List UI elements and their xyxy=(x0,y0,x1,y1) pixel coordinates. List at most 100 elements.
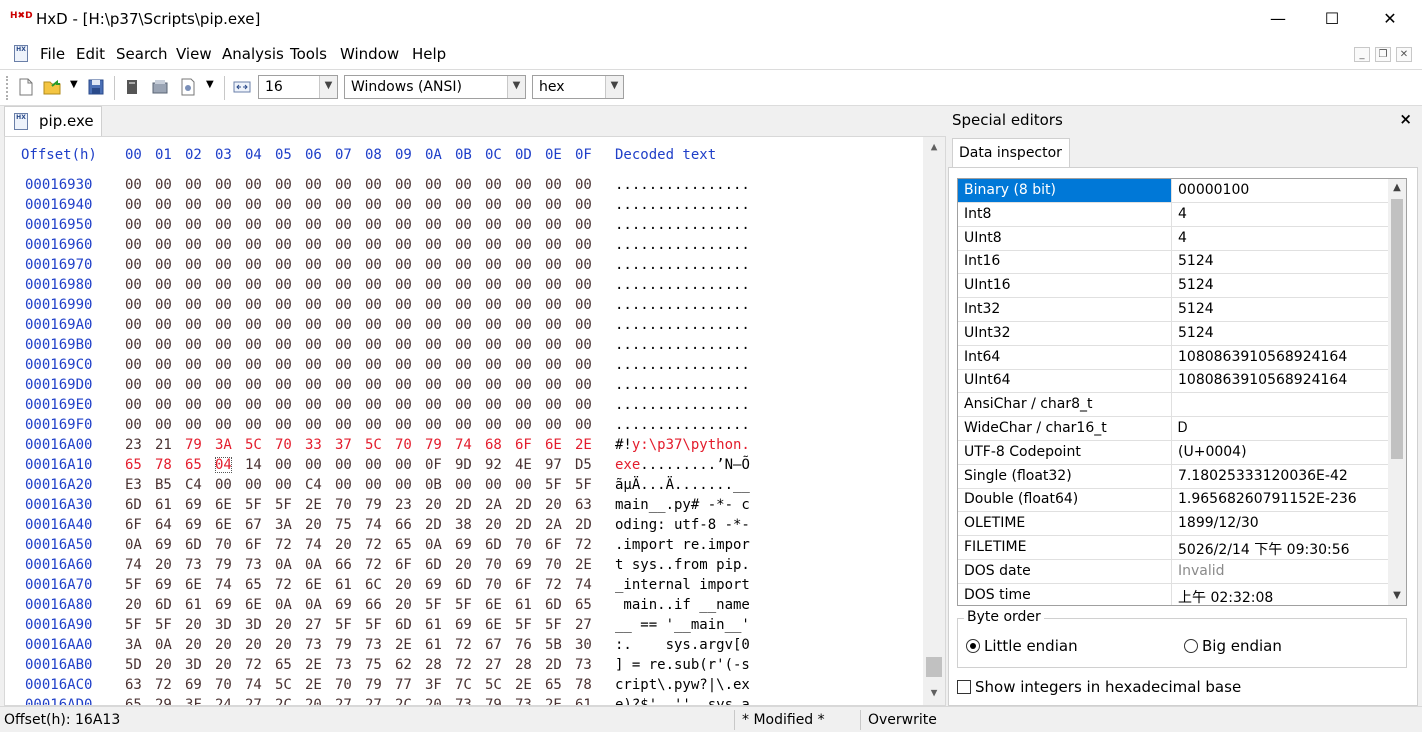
hex-byte[interactable]: 2D xyxy=(425,517,442,533)
hex-byte[interactable]: 00 xyxy=(155,317,172,333)
hex-byte[interactable]: 00 xyxy=(125,317,142,333)
hex-byte[interactable]: 6E xyxy=(485,617,502,633)
decoded-text[interactable]: exe.........’N—Õ xyxy=(615,457,750,473)
hex-byte[interactable]: 00 xyxy=(515,297,532,313)
inspector-value[interactable]: 4 xyxy=(1172,203,1388,226)
hex-byte[interactable]: 28 xyxy=(515,657,532,673)
hex-byte[interactable]: 00 xyxy=(335,457,352,473)
hex-byte[interactable]: 79 xyxy=(215,557,232,573)
hex-byte[interactable]: 6D xyxy=(395,617,412,633)
hex-byte[interactable]: 00 xyxy=(485,377,502,393)
hex-byte[interactable]: 65 xyxy=(125,697,142,705)
hex-byte[interactable]: 00 xyxy=(575,237,592,253)
hex-scrollbar[interactable]: ▲ ▼ xyxy=(923,137,945,705)
hex-byte[interactable]: 20 xyxy=(275,617,292,633)
hex-byte[interactable]: 00 xyxy=(185,277,202,293)
document-icon[interactable]: HX xyxy=(14,45,28,62)
hex-byte[interactable]: 72 xyxy=(245,657,262,673)
hex-byte[interactable]: 73 xyxy=(515,697,532,705)
hex-byte[interactable]: 20 xyxy=(425,697,442,705)
hex-byte[interactable]: 62 xyxy=(395,657,412,673)
hex-byte[interactable]: 2D xyxy=(575,517,592,533)
hex-byte[interactable]: 5F xyxy=(515,617,532,633)
hex-byte[interactable]: 5C xyxy=(275,677,292,693)
hex-byte[interactable]: 20 xyxy=(305,517,322,533)
hex-byte[interactable]: 00 xyxy=(515,477,532,493)
hex-byte[interactable]: 00 xyxy=(455,277,472,293)
hex-byte[interactable]: 3D xyxy=(185,657,202,673)
inspector-value[interactable]: 00000100 xyxy=(1172,179,1388,202)
hex-byte[interactable]: 6D xyxy=(455,577,472,593)
offset-base-select[interactable]: hex ▼ xyxy=(532,75,624,99)
mdi-minimize-button[interactable]: _ xyxy=(1354,47,1370,62)
hex-byte[interactable]: 00 xyxy=(275,477,292,493)
hex-byte[interactable]: 66 xyxy=(365,597,382,613)
decoded-text[interactable]: #!y:\p37\python. xyxy=(615,437,750,453)
hex-byte[interactable]: 73 xyxy=(335,657,352,673)
decoded-text[interactable]: ãµÄ...Ä.......__ xyxy=(615,477,750,493)
decoded-text[interactable]: ................ xyxy=(615,337,750,353)
hex-byte[interactable]: 00 xyxy=(215,357,232,373)
hex-byte[interactable]: 00 xyxy=(275,377,292,393)
hex-byte[interactable]: 20 xyxy=(125,597,142,613)
hex-byte[interactable]: 6E xyxy=(185,577,202,593)
hex-byte[interactable]: 72 xyxy=(575,537,592,553)
hex-byte[interactable]: 77 xyxy=(395,677,412,693)
hex-integers-checkbox[interactable]: Show integers in hexadecimal base xyxy=(957,678,1241,696)
open-dropdown-arrow[interactable]: ▼ xyxy=(70,79,78,90)
hex-byte[interactable]: 00 xyxy=(515,257,532,273)
inspector-value[interactable] xyxy=(1172,393,1388,416)
hex-byte[interactable]: 00 xyxy=(125,237,142,253)
hex-byte[interactable]: C4 xyxy=(305,477,322,493)
hex-byte[interactable]: 00 xyxy=(335,217,352,233)
hex-byte[interactable]: 00 xyxy=(365,277,382,293)
hex-byte[interactable]: 00 xyxy=(425,237,442,253)
hex-byte[interactable]: 0A xyxy=(305,557,322,573)
hex-byte[interactable]: 92 xyxy=(485,457,502,473)
inspector-row[interactable]: AnsiChar / char8_t xyxy=(958,393,1388,418)
hex-byte[interactable]: 00 xyxy=(425,197,442,213)
hex-byte[interactable]: 6E xyxy=(215,517,232,533)
decoded-text[interactable]: ................ xyxy=(615,397,750,413)
hex-byte[interactable]: 00 xyxy=(455,177,472,193)
hex-byte[interactable]: 00 xyxy=(125,357,142,373)
hex-byte[interactable]: 79 xyxy=(425,437,442,453)
inspector-row[interactable]: FILETIME 5026/2/14 下午 09:30:56 xyxy=(958,536,1388,560)
hex-byte[interactable]: 5F xyxy=(125,617,142,633)
hex-byte[interactable]: B5 xyxy=(155,477,172,493)
menu-search[interactable]: Search xyxy=(116,45,168,63)
hex-byte[interactable]: 20 xyxy=(155,557,172,573)
hex-byte[interactable]: 00 xyxy=(275,317,292,333)
hex-byte[interactable]: 00 xyxy=(485,177,502,193)
decoded-text[interactable]: .import re.impor xyxy=(615,537,750,553)
hex-byte[interactable]: 20 xyxy=(215,637,232,653)
open-folder-icon[interactable] xyxy=(42,77,62,97)
hex-byte[interactable]: 00 xyxy=(245,417,262,433)
hex-byte[interactable]: 6F xyxy=(395,557,412,573)
hex-byte[interactable]: 00 xyxy=(275,197,292,213)
hex-byte[interactable]: 00 xyxy=(275,457,292,473)
hex-byte[interactable]: 00 xyxy=(215,217,232,233)
inspector-row[interactable]: Int64 1080863910568924164 xyxy=(958,345,1388,370)
hex-byte[interactable]: 73 xyxy=(245,557,262,573)
inspector-row[interactable]: UInt16 5124 xyxy=(958,274,1388,299)
chevron-down-icon[interactable]: ▼ xyxy=(507,76,525,98)
hex-byte[interactable]: 68 xyxy=(485,437,502,453)
hex-byte[interactable]: 74 xyxy=(125,557,142,573)
hex-byte[interactable]: 00 xyxy=(185,177,202,193)
hex-byte[interactable]: 6E xyxy=(305,577,322,593)
hex-byte[interactable]: 00 xyxy=(275,277,292,293)
hex-byte[interactable]: 5F xyxy=(425,597,442,613)
hex-byte[interactable]: 00 xyxy=(125,217,142,233)
hex-byte[interactable]: 00 xyxy=(275,337,292,353)
status-mode[interactable]: Overwrite xyxy=(868,712,937,728)
hex-byte[interactable]: 69 xyxy=(185,497,202,513)
hex-byte[interactable]: 00 xyxy=(485,297,502,313)
hex-byte[interactable]: 5F xyxy=(245,497,262,513)
inspector-value[interactable]: 5124 xyxy=(1172,298,1388,321)
hex-byte[interactable]: 00 xyxy=(545,417,562,433)
hex-byte[interactable]: 00 xyxy=(395,217,412,233)
inspector-value[interactable]: 1080863910568924164 xyxy=(1172,369,1388,392)
hex-byte[interactable]: 00 xyxy=(365,257,382,273)
inspector-value[interactable]: 1080863910568924164 xyxy=(1172,346,1388,369)
